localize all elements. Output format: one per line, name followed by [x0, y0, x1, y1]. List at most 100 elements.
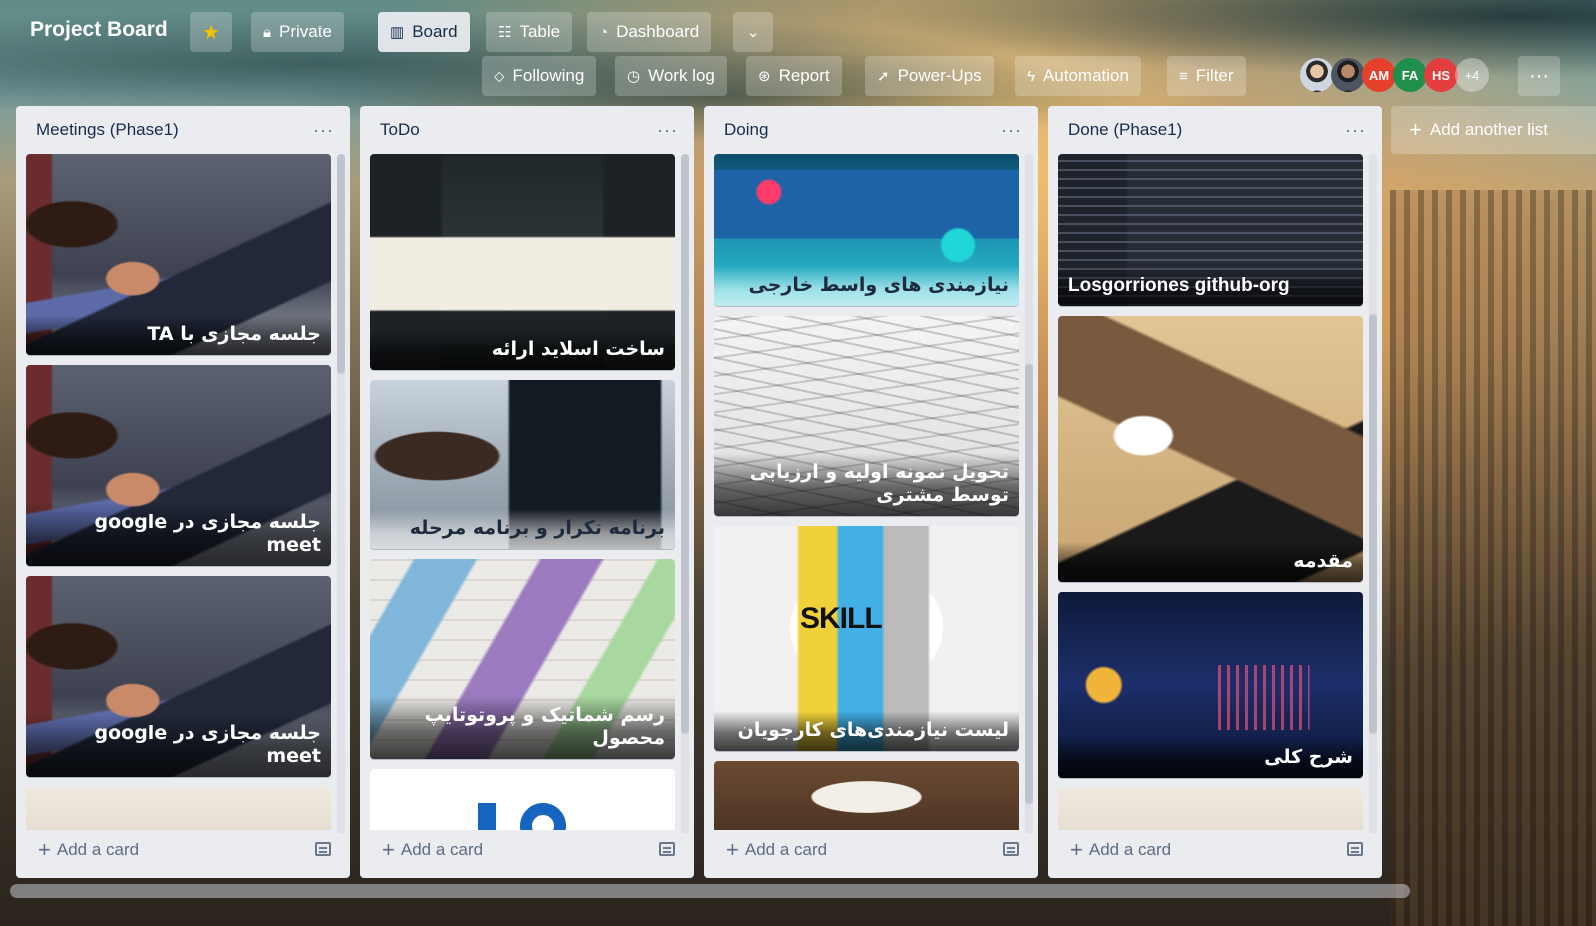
add-card-button[interactable]: + Add a card — [38, 839, 139, 861]
board-horizontal-scrollbar[interactable] — [10, 884, 1410, 898]
list-menu-icon[interactable]: ··· — [1001, 120, 1022, 141]
list-scrollbar[interactable] — [1369, 154, 1377, 834]
report-label: Report — [778, 66, 830, 85]
rocket-icon: ➚ — [877, 67, 890, 85]
add-card-button[interactable]: + Add a card — [726, 839, 827, 861]
card-title: جلسه مجازی با TA — [26, 315, 331, 355]
skill-word-art: SKILL — [800, 602, 883, 635]
views-dropdown-button[interactable]: ⌄ — [733, 12, 773, 52]
avatar[interactable]: AM — [1362, 58, 1396, 92]
scroll-thumb[interactable] — [681, 154, 689, 734]
following-button[interactable]: ⬦ Following — [482, 56, 597, 96]
add-card-label: Add a card — [1088, 840, 1172, 859]
plus-icon: + — [38, 837, 51, 862]
more-members-badge[interactable]: +4 — [1455, 58, 1489, 92]
list-title[interactable]: Done (Phase1) — [1068, 120, 1182, 140]
board-title[interactable]: Project Board — [30, 18, 168, 42]
power-ups-button[interactable]: ➚ Power-Ups — [865, 56, 994, 96]
view-table-button[interactable]: ☷ Table — [486, 12, 573, 52]
report-button[interactable]: ⊛ Report — [746, 56, 842, 96]
list-todo: ToDo ··· ساخت اسلاید ارائه برنامه تکرار … — [360, 106, 694, 878]
board-menu-button[interactable]: ··· — [1518, 56, 1560, 96]
list-title[interactable]: Meetings (Phase1) — [36, 120, 179, 140]
plus-icon: + — [726, 837, 739, 862]
view-board-label: Board — [412, 22, 458, 41]
list-menu-icon[interactable]: ··· — [313, 120, 334, 141]
list-header[interactable]: Done (Phase1) ··· — [1048, 106, 1382, 154]
add-card-label: Add a card — [400, 840, 484, 859]
add-card-label: Add a card — [744, 840, 828, 859]
card-title: جلسه مجازی در google meet — [26, 713, 331, 777]
card[interactable]: مقدمه — [1058, 316, 1363, 582]
card[interactable]: Losgorriones github-org — [1058, 154, 1363, 306]
list-title[interactable]: Doing — [724, 120, 768, 140]
star-button[interactable]: ★ — [190, 12, 232, 52]
card[interactable]: تحویل نمونه اولیه و ارزیابی توسط مشتری — [714, 316, 1019, 516]
work-log-button[interactable]: ◷ Work log — [615, 56, 727, 96]
card[interactable]: SKILL لیست نیازمندی‌های کارجویان — [714, 526, 1019, 751]
add-card-label: Add a card — [56, 840, 140, 859]
visibility-label: Private — [278, 22, 332, 41]
plus-icon: + — [382, 837, 395, 862]
scroll-thumb[interactable] — [1369, 314, 1377, 734]
card-title: شرح کلی — [1058, 738, 1363, 778]
list-menu-icon[interactable]: ··· — [657, 120, 678, 141]
list-menu-icon[interactable]: ··· — [1345, 120, 1366, 141]
list-header[interactable]: Meetings (Phase1) ··· — [16, 106, 350, 154]
view-table-label: Table — [519, 22, 561, 41]
card[interactable]: جلسه مجازی در google meet — [26, 576, 331, 777]
add-list-button[interactable]: + Add another list — [1391, 106, 1596, 154]
card-template-icon[interactable] — [315, 842, 331, 856]
card-title: Losgorriones github-org — [1058, 266, 1363, 306]
view-dashboard-button[interactable]: ◔ Dashboard — [587, 12, 712, 52]
list-scrollbar[interactable] — [337, 154, 345, 834]
visibility-button[interactable]: 🔒︎ Private — [251, 12, 344, 52]
chevron-down-icon: ⌄ — [746, 23, 760, 41]
card-title: برنامه تکرار و برنامه مرحله — [370, 509, 675, 549]
filter-button[interactable]: ≡ Filter — [1167, 56, 1246, 96]
plus-icon: + — [1070, 837, 1083, 862]
avatar[interactable]: HS — [1424, 58, 1458, 92]
background-city — [1390, 190, 1596, 926]
filter-label: Filter — [1195, 66, 1234, 85]
board-header: Project Board ★ 🔒︎ Private ▥ Board ☷ Tab… — [0, 0, 1596, 100]
plus-icon: + — [1409, 117, 1422, 142]
list-done: Done (Phase1) ··· Losgorriones github-or… — [1048, 106, 1382, 878]
card-template-icon[interactable] — [1347, 842, 1363, 856]
list-scrollbar[interactable] — [681, 154, 689, 834]
list-scrollbar[interactable] — [1025, 154, 1033, 834]
view-board-button[interactable]: ▥ Board — [378, 12, 470, 52]
card-title: لیست نیازمندی‌های کارجویان — [714, 711, 1019, 751]
avatar[interactable] — [1331, 58, 1365, 92]
card[interactable]: شرح کلی — [1058, 592, 1363, 778]
card[interactable]: جلسه مجازی با TA — [26, 154, 331, 355]
board-icon: ▥ — [390, 23, 405, 41]
card-template-icon[interactable] — [659, 842, 675, 856]
list-header[interactable]: Doing ··· — [704, 106, 1038, 154]
avatar[interactable]: FA — [1393, 58, 1427, 92]
card[interactable] — [714, 761, 1019, 830]
card[interactable] — [26, 787, 331, 830]
card-list: نیازمندی های واسط خارجی تحویل نمونه اولی… — [714, 154, 1019, 830]
list-header[interactable]: ToDo ··· — [360, 106, 694, 154]
logo-shape — [520, 803, 566, 830]
add-card-button[interactable]: + Add a card — [382, 839, 483, 861]
following-label: Following — [512, 66, 585, 85]
list-title[interactable]: ToDo — [380, 120, 420, 140]
bolt-icon: ϟ — [1027, 67, 1035, 85]
card-template-icon[interactable] — [1003, 842, 1019, 856]
card[interactable]: نیازمندی های واسط خارجی — [714, 154, 1019, 306]
automation-button[interactable]: ϟ Automation — [1015, 56, 1141, 96]
card[interactable] — [370, 769, 675, 830]
ellipsis-icon: ··· — [1529, 64, 1549, 87]
card[interactable]: ساخت اسلاید ارائه — [370, 154, 675, 370]
card[interactable]: جلسه مجازی در google meet — [26, 365, 331, 566]
card[interactable]: برنامه تکرار و برنامه مرحله — [370, 380, 675, 549]
card[interactable]: رسم شماتیک و پروتوتایپ محصول — [370, 559, 675, 759]
tag-icon: ⬦ — [494, 67, 505, 85]
card[interactable] — [1058, 788, 1363, 830]
scroll-thumb[interactable] — [337, 154, 345, 374]
add-card-button[interactable]: + Add a card — [1070, 839, 1171, 861]
scroll-thumb[interactable] — [1025, 364, 1033, 804]
avatar[interactable] — [1300, 58, 1334, 92]
